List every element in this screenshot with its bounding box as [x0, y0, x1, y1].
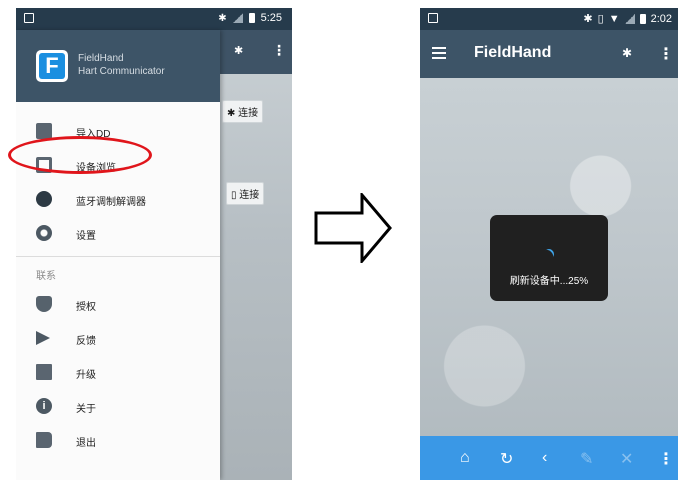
section-title-contact: 联系 [36, 271, 56, 282]
right-arrow-icon [314, 193, 392, 263]
app-subtitle: Hart Communicator [78, 66, 165, 77]
info-icon: i [36, 398, 52, 414]
upgrade-icon [36, 364, 52, 380]
image-notification-icon [24, 13, 34, 23]
send-icon [36, 331, 50, 345]
menu-item-authorize[interactable]: 授权 [16, 287, 220, 321]
bluetooth-status-icon: ✱ [218, 12, 227, 24]
app-logo: F [36, 50, 68, 82]
drawer-header: F FieldHand Hart Communicator [16, 30, 220, 102]
app-background: ✱ ⋮ ✱ 连接 ▯ 连接 [220, 30, 292, 480]
bluetooth-icon [36, 191, 52, 207]
status-bar: ✱ ▯ ▼ 2:02 [420, 8, 678, 30]
menu-icon[interactable] [432, 47, 446, 59]
more-icon[interactable]: ⋮ [658, 449, 674, 469]
bluetooth-connect-button[interactable]: ✱ 连接 [222, 100, 264, 123]
bottom-toolbar: ⌂ ↻ ‹ ✎ ✕ ⋮ [420, 436, 678, 480]
battery-icon [639, 13, 646, 24]
bluetooth-status-icon: ✱ [583, 13, 593, 25]
edit-icon[interactable]: ✎ [580, 449, 593, 469]
bluetooth-icon[interactable]: ✱ [234, 44, 243, 57]
image-notification-icon [428, 13, 438, 23]
signal-icon [232, 13, 243, 23]
menu-item-exit[interactable]: 退出 [16, 423, 220, 457]
progress-dialog: 刷新设备中...25% [490, 215, 608, 301]
progress-text: 刷新设备中...25% [509, 276, 589, 287]
vibrate-icon: ▯ [597, 13, 604, 25]
menu-item-upgrade[interactable]: 升级 [16, 355, 220, 389]
app-bar: FieldHand ✱ ⋮ [420, 30, 678, 78]
usb-icon: ▯ [231, 190, 237, 201]
right-phone-screen: ✱ ▯ ▼ 2:02 FieldHand ✱ ⋮ 刷新设备中...25% ⌂ ↻… [420, 8, 678, 480]
refresh-icon[interactable]: ↻ [500, 449, 513, 469]
menu-item-bluetooth-modem[interactable]: 蓝牙调制解调器 [16, 182, 220, 216]
app-name: FieldHand [78, 53, 124, 64]
status-bar: ✱ 5:25 [16, 8, 292, 30]
back-icon[interactable]: ‹ [542, 449, 547, 467]
status-time: 5:25 [260, 12, 282, 24]
page-title: FieldHand [474, 44, 552, 61]
exit-icon [36, 432, 52, 448]
left-phone-screen: ✱ 5:25 ✱ ⋮ ✱ 连接 ▯ 连接 F FieldHand Hart Co… [16, 8, 292, 480]
usb-connect-button[interactable]: ▯ 连接 [226, 182, 265, 205]
menu-item-about[interactable]: i 关于 [16, 389, 220, 423]
menu-item-feedback[interactable]: 反馈 [16, 321, 220, 355]
more-icon[interactable]: ⋮ [272, 42, 286, 59]
more-icon[interactable]: ⋮ [658, 44, 674, 64]
status-time: 2:02 [650, 12, 672, 25]
highlight-circle [8, 136, 152, 174]
navigation-drawer: F FieldHand Hart Communicator 导入DD 设备浏览 … [16, 30, 220, 480]
battery-icon [248, 13, 255, 23]
wifi-icon: ▼ [608, 12, 620, 25]
shield-icon [36, 296, 52, 312]
bluetooth-icon[interactable]: ✱ [622, 46, 632, 60]
bluetooth-icon: ✱ [227, 108, 236, 119]
gear-icon [36, 225, 52, 241]
menu-item-settings[interactable]: 设置 [16, 216, 220, 250]
import-icon [36, 123, 52, 139]
loading-spinner-icon [541, 246, 557, 262]
home-icon[interactable]: ⌂ [460, 449, 470, 467]
close-icon[interactable]: ✕ [620, 449, 633, 469]
signal-icon [624, 13, 635, 24]
app-bar: ✱ ⋮ [220, 30, 292, 74]
